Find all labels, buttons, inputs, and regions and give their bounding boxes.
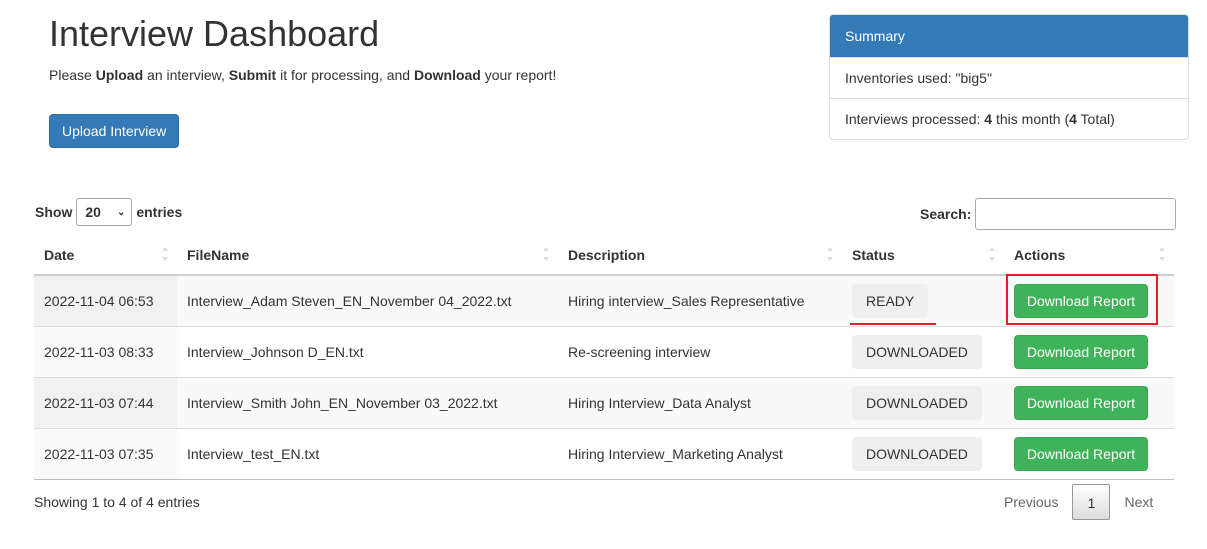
search-label: Search:	[920, 206, 972, 222]
intro-download-bold: Download	[413, 67, 481, 83]
column-header-status[interactable]: Status	[842, 235, 1004, 276]
show-label: Show	[35, 204, 73, 220]
download-report-button[interactable]: Download Report	[1014, 385, 1148, 420]
cell-filename: Interview_test_EN.txt	[177, 427, 558, 480]
table-info: Showing 1 to 4 of 4 entries	[34, 494, 200, 510]
table-row: 2022-11-03 07:35 Interview_test_EN.txt H…	[34, 427, 1174, 480]
cell-description: Hiring interview_Sales Representative	[558, 275, 842, 326]
cell-filename: Interview_Smith John_EN_November 03_2022…	[177, 376, 558, 428]
download-report-button[interactable]: Download Report	[1014, 283, 1148, 318]
entries-label: entries	[136, 204, 183, 220]
entries-select[interactable]: 20 ⌄	[76, 198, 133, 226]
page-title: Interview Dashboard	[49, 13, 380, 54]
column-header-filename[interactable]: FileName	[177, 235, 558, 276]
cell-description: Hiring Interview_Data Analyst	[558, 376, 842, 428]
cell-date: 2022-11-03 07:44	[34, 376, 177, 428]
column-header-description[interactable]: Description	[558, 235, 842, 276]
interviews-table: Date FileName Description Status Actions…	[34, 235, 1174, 480]
summary-panel: Summary Inventories used: "big5" Intervi…	[829, 14, 1189, 140]
column-label: Status	[852, 246, 895, 263]
cell-status: DOWNLOADED	[842, 427, 1004, 480]
search-input[interactable]	[975, 198, 1177, 230]
download-report-button[interactable]: Download Report	[1014, 334, 1148, 369]
cell-date: 2022-11-03 08:33	[34, 325, 177, 377]
inventories-used: Inventories used: "big5"	[830, 57, 1188, 98]
column-label: Actions	[1014, 246, 1066, 263]
cell-filename: Interview_Johnson D_EN.txt	[177, 325, 558, 377]
table-header-row: Date FileName Description Status Actions	[34, 235, 1174, 276]
interviews-processed: Interviews processed: 4 this month (4 To…	[830, 98, 1188, 139]
pagination-page-current[interactable]: 1	[1072, 484, 1111, 520]
status-badge: READY	[849, 283, 937, 325]
cell-date: 2022-11-04 06:53	[34, 275, 177, 326]
sort-icon	[826, 247, 834, 261]
total-count: 4	[1069, 111, 1077, 127]
status-badge: DOWNLOADED	[852, 436, 982, 471]
entries-selected-value: 20	[85, 204, 101, 220]
table-row: 2022-11-03 08:33 Interview_Johnson D_EN.…	[34, 325, 1174, 377]
chevron-down-icon: ⌄	[116, 206, 126, 218]
status-badge: DOWNLOADED	[852, 334, 982, 369]
cell-filename: Interview_Adam Steven_EN_November 04_202…	[177, 275, 558, 326]
pagination-next[interactable]: Next	[1110, 484, 1167, 520]
intro-part: it for processing, and	[276, 67, 414, 83]
cell-status: READY	[842, 275, 1004, 326]
intro-part: your report!	[480, 67, 557, 83]
processed-mid: this month (	[992, 111, 1070, 127]
intro-submit-bold: Submit	[228, 67, 277, 83]
processed-suffix: Total)	[1076, 111, 1115, 127]
cell-actions: Download Report	[1004, 376, 1174, 428]
summary-title: Summary	[830, 15, 1188, 57]
cell-actions: Download Report	[1004, 427, 1174, 480]
cell-description: Re-screening interview	[558, 325, 842, 377]
cell-date: 2022-11-03 07:35	[34, 427, 177, 480]
table-row: 2022-11-04 06:53 Interview_Adam Steven_E…	[34, 275, 1174, 326]
column-label: FileName	[187, 246, 250, 263]
cell-status: DOWNLOADED	[842, 376, 1004, 428]
sort-icon	[161, 247, 169, 261]
cell-actions: Download Report	[1004, 325, 1174, 377]
search-control: Search:	[920, 198, 1177, 230]
download-report-button[interactable]: Download Report	[1014, 436, 1148, 471]
intro-text: Please Upload an interview, Submit it fo…	[49, 66, 556, 84]
entries-length-control: Show 20 ⌄ entries	[35, 198, 182, 226]
table-row: 2022-11-03 07:44 Interview_Smith John_EN…	[34, 376, 1174, 428]
month-count: 4	[984, 111, 993, 127]
intro-part: Please	[49, 67, 96, 83]
sort-icon	[542, 247, 550, 261]
pagination: Previous 1 Next	[990, 484, 1167, 520]
upload-interview-button[interactable]: Upload Interview	[49, 114, 179, 148]
column-label: Date	[44, 246, 75, 263]
cell-status: DOWNLOADED	[842, 325, 1004, 377]
column-header-actions[interactable]: Actions	[1004, 235, 1174, 276]
column-label: Description	[568, 246, 646, 263]
cell-actions: Download Report	[1004, 275, 1174, 326]
sort-icon	[988, 247, 996, 261]
processed-label: Interviews processed:	[845, 111, 985, 127]
intro-upload-bold: Upload	[95, 67, 144, 83]
cell-description: Hiring Interview_Marketing Analyst	[558, 427, 842, 480]
status-badge: DOWNLOADED	[852, 385, 982, 420]
sort-icon	[1158, 247, 1166, 261]
column-header-date[interactable]: Date	[34, 235, 177, 276]
pagination-previous[interactable]: Previous	[990, 484, 1072, 520]
intro-part: an interview,	[143, 67, 229, 83]
